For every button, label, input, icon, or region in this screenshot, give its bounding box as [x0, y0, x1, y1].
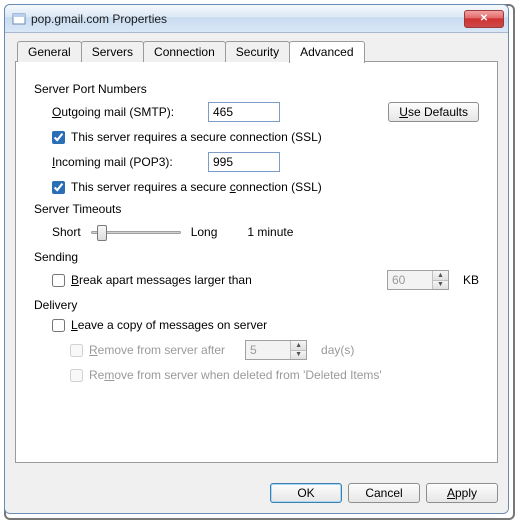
remove-deleted-checkbox: [70, 369, 83, 382]
close-icon: ✕: [480, 14, 488, 24]
break-size-input: [388, 271, 432, 289]
smtp-ssl-checkbox[interactable]: [52, 131, 65, 144]
section-ports-header: Server Port Numbers: [34, 82, 479, 96]
window-title: pop.gmail.com Properties: [31, 12, 464, 26]
timeout-value: 1 minute: [247, 225, 293, 239]
tab-servers[interactable]: Servers: [81, 41, 144, 62]
apply-button[interactable]: Apply: [426, 483, 498, 503]
dialog-button-bar: OK Cancel Apply: [15, 473, 498, 503]
titlebar[interactable]: pop.gmail.com Properties ✕: [5, 5, 508, 33]
window-icon: [11, 11, 27, 27]
timeout-short-label: Short: [52, 225, 81, 239]
pop3-port-input[interactable]: [208, 152, 280, 172]
remove-after-checkbox: [70, 344, 83, 357]
kb-unit: KB: [463, 273, 479, 287]
days-unit: day(s): [321, 343, 354, 357]
remove-deleted-label: Remove from server when deleted from 'De…: [89, 368, 382, 382]
tab-security[interactable]: Security: [225, 41, 290, 62]
spin-up-icon: ▲: [291, 341, 306, 351]
remove-after-label: Remove from server after: [89, 343, 225, 357]
break-size-spinner: ▲ ▼: [387, 270, 449, 290]
slider-thumb[interactable]: [97, 225, 107, 241]
leave-copy-checkbox[interactable]: [52, 319, 65, 332]
smtp-port-input[interactable]: [208, 102, 280, 122]
section-timeouts-header: Server Timeouts: [34, 202, 479, 216]
timeout-long-label: Long: [191, 225, 218, 239]
ok-button[interactable]: OK: [270, 483, 342, 503]
tab-connection[interactable]: Connection: [143, 41, 226, 62]
tab-general[interactable]: General: [17, 41, 82, 62]
tabpanel-advanced: Server Port Numbers Outgoing mail (SMTP)…: [15, 61, 498, 463]
use-defaults-button[interactable]: Use Defaults: [388, 102, 479, 122]
leave-copy-label: Leave a copy of messages on server: [71, 318, 267, 332]
pop3-ssl-label: This server requires a secure connection…: [71, 180, 322, 194]
remove-days-input: [246, 341, 290, 359]
close-button[interactable]: ✕: [464, 10, 504, 28]
tab-strip: General Servers Connection Security Adva…: [17, 41, 498, 62]
cancel-button[interactable]: Cancel: [348, 483, 420, 503]
section-delivery-header: Delivery: [34, 298, 479, 312]
properties-dialog: pop.gmail.com Properties ✕ General Serve…: [4, 4, 509, 514]
smtp-ssl-label: This server requires a secure connection…: [71, 130, 322, 144]
spin-up-icon: ▲: [433, 271, 448, 281]
pop3-label: Incoming mail (POP3):: [52, 155, 202, 169]
section-sending-header: Sending: [34, 250, 479, 264]
remove-days-spinner: ▲ ▼: [245, 340, 307, 360]
spin-down-icon: ▼: [433, 281, 448, 290]
smtp-label: Outgoing mail (SMTP):: [52, 105, 202, 119]
break-apart-checkbox[interactable]: [52, 274, 65, 287]
pop3-ssl-checkbox[interactable]: [52, 181, 65, 194]
tab-advanced[interactable]: Advanced: [289, 41, 364, 63]
spin-down-icon: ▼: [291, 351, 306, 360]
timeout-slider[interactable]: [91, 222, 181, 242]
break-apart-label: Break apart messages larger than: [71, 273, 252, 287]
